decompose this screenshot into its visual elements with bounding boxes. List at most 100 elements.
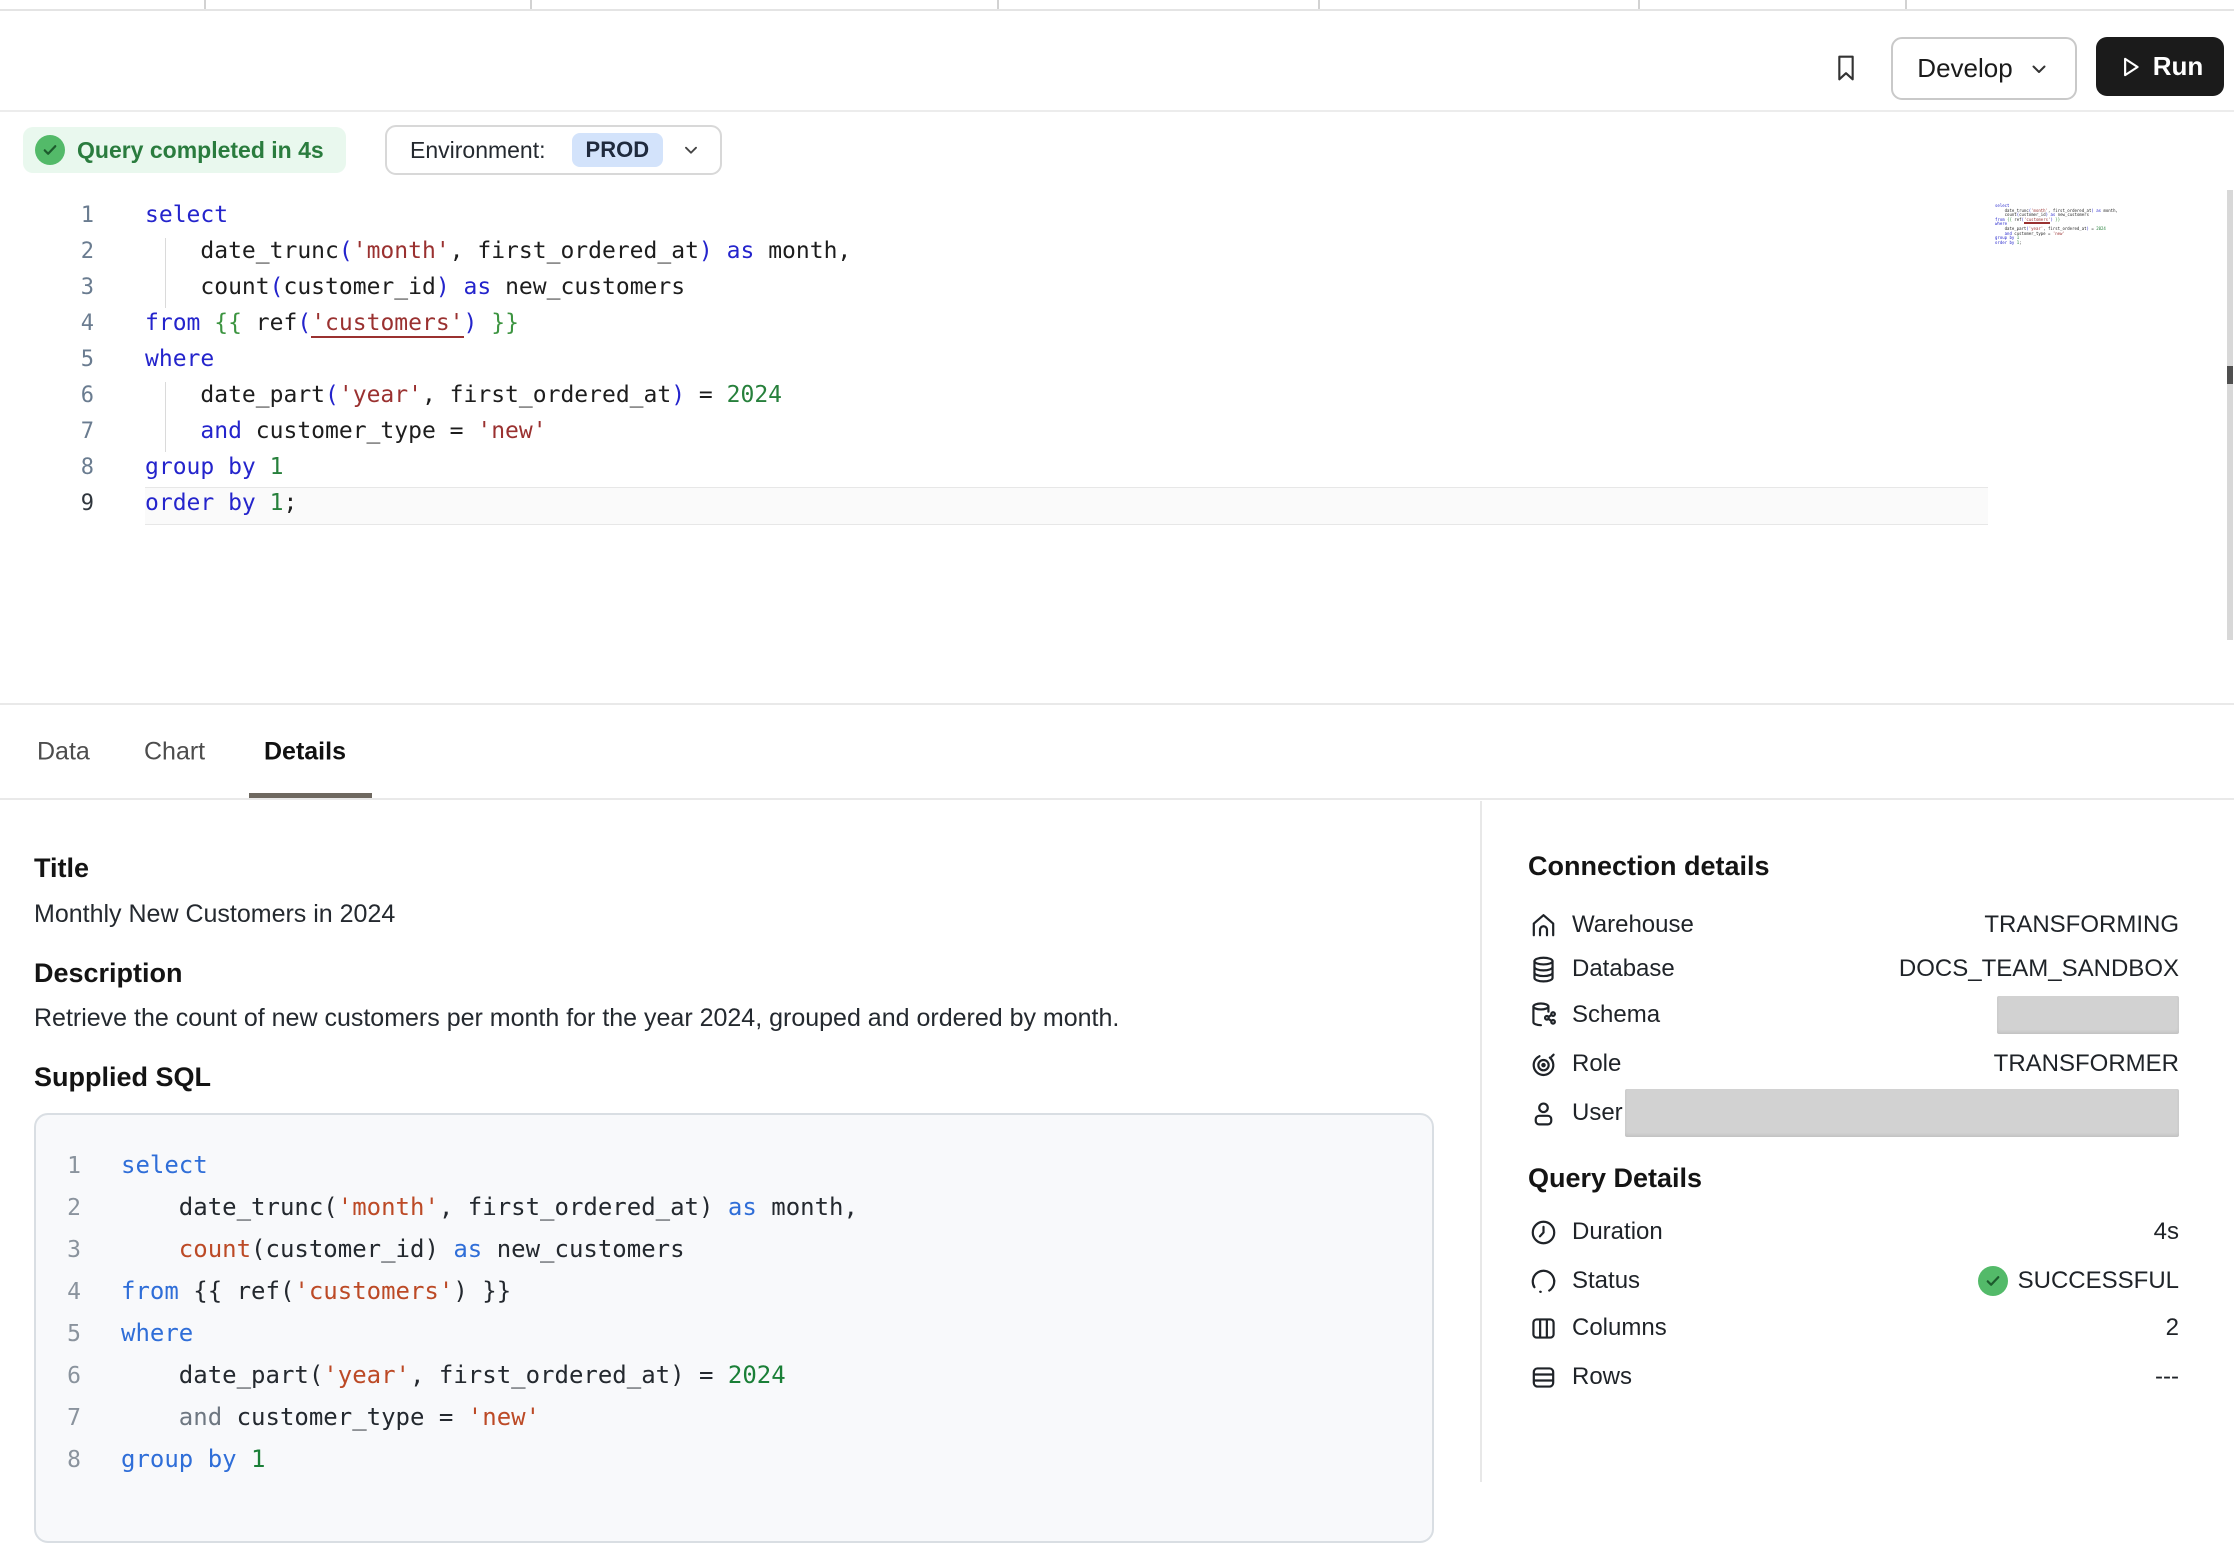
tab-divider <box>1318 0 1320 9</box>
title-heading: Title <box>34 853 89 884</box>
code-line: 8group by 1 <box>0 452 2227 488</box>
status-label: Status <box>1572 1267 1640 1295</box>
title-value: Monthly New Customers in 2024 <box>34 900 395 929</box>
rows-row: Rows --- <box>1528 1357 2179 1397</box>
user-row: User <box>1528 1087 2179 1139</box>
rows-value: --- <box>2155 1363 2179 1391</box>
environment-value-pill: PROD <box>572 133 664 167</box>
columns-icon <box>1528 1313 1559 1344</box>
active-tab-underline <box>249 793 372 798</box>
query-details-heading: Query Details <box>1528 1163 1702 1194</box>
rows-icon <box>1528 1362 1559 1393</box>
warehouse-label: Warehouse <box>1572 911 1694 939</box>
run-button-label: Run <box>2153 51 2204 82</box>
code-line: 6 date_part('year', first_ordered_at) = … <box>0 380 2227 416</box>
line-number: 2 <box>0 239 94 264</box>
app-root: { "toolbar": { "develop_label": "Develop… <box>0 0 2234 1482</box>
chevron-down-icon <box>680 139 702 161</box>
indent-guide <box>165 382 166 452</box>
develop-button[interactable]: Develop <box>1891 37 2077 100</box>
tab-data[interactable]: Data <box>37 737 90 766</box>
role-row: Role TRANSFORMER <box>1528 1044 2179 1084</box>
code-line: 7 and customer_type = 'new' <box>0 416 2227 452</box>
toolbar: Develop Run <box>0 11 2234 112</box>
environment-label: Environment: <box>410 137 546 164</box>
columns-label: Columns <box>1572 1314 1667 1342</box>
line-number: 6 <box>0 383 94 408</box>
line-number: 1 <box>36 1153 81 1179</box>
code-line: order by 1; <box>1995 238 2120 243</box>
columns-value: 2 <box>2166 1314 2179 1342</box>
develop-button-label: Develop <box>1917 53 2012 84</box>
code-line: 6 date_part('year', first_ordered_at) = … <box>36 1358 1432 1400</box>
editor-scrollbar-track[interactable] <box>2227 190 2233 640</box>
environment-dropdown[interactable]: Environment: PROD <box>385 125 722 175</box>
supplied-sql-heading: Supplied SQL <box>34 1062 211 1093</box>
tab-divider <box>1638 0 1640 9</box>
rows-label: Rows <box>1572 1363 1632 1391</box>
line-number: 5 <box>0 347 94 372</box>
chevron-down-icon <box>2027 57 2051 81</box>
check-circle-icon <box>35 135 65 165</box>
code-line: 1select <box>0 200 2227 236</box>
play-icon <box>2117 54 2143 80</box>
duration-value: 4s <box>2154 1218 2179 1246</box>
database-icon <box>1528 954 1559 985</box>
bookmark-button[interactable] <box>1824 44 1868 92</box>
role-icon <box>1528 1049 1559 1080</box>
user-label: User <box>1572 1099 1623 1127</box>
tab-divider <box>204 0 206 9</box>
role-label: Role <box>1572 1050 1621 1078</box>
code-line: 4from {{ ref('customers') }} <box>0 308 2227 344</box>
line-number: 8 <box>0 455 94 480</box>
schema-row: Schema <box>1528 995 2179 1035</box>
duration-icon <box>1528 1217 1559 1248</box>
result-tabs: Data Chart Details <box>0 703 2234 800</box>
line-number: 2 <box>36 1195 81 1221</box>
tab-divider <box>997 0 999 9</box>
editor-scrollbar-thumb[interactable] <box>2227 366 2233 384</box>
line-number: 8 <box>36 1447 81 1473</box>
details-right-panel: Connection details Warehouse TRANSFORMIN… <box>1480 801 2234 1482</box>
code-line: 1select <box>36 1148 1432 1190</box>
check-circle-icon <box>1978 1266 2008 1296</box>
tab-chart[interactable]: Chart <box>144 737 205 766</box>
line-number: 5 <box>36 1321 81 1347</box>
line-number: 3 <box>36 1237 81 1263</box>
bookmark-icon <box>1830 48 1862 88</box>
status-value: SUCCESSFUL <box>2018 1267 2179 1295</box>
database-label: Database <box>1572 955 1675 983</box>
indent-guide <box>165 238 166 308</box>
editor-minimap[interactable]: select date_trunc('month', first_ordered… <box>1995 201 2120 242</box>
line-number: 6 <box>36 1363 81 1389</box>
line-number: 4 <box>0 311 94 336</box>
warehouse-value: TRANSFORMING <box>1984 911 2179 939</box>
warehouse-icon <box>1528 910 1559 941</box>
status-icon <box>1528 1266 1559 1297</box>
code-line: 7 and customer_type = 'new' <box>36 1400 1432 1442</box>
code-line: 5where <box>0 344 2227 380</box>
code-line: 3 count(customer_id) as new_customers <box>36 1232 1432 1274</box>
line-number: 1 <box>0 203 94 228</box>
status-row: Status SUCCESSFUL <box>1528 1261 2179 1301</box>
code-line: 3 count(customer_id) as new_customers <box>0 272 2227 308</box>
database-value: DOCS_TEAM_SANDBOX <box>1899 955 2179 983</box>
code-line: 4from {{ ref('customers') }} <box>36 1274 1432 1316</box>
role-value: TRANSFORMER <box>1994 1050 2179 1078</box>
supplied-sql-card: 1select2 date_trunc('month', first_order… <box>34 1113 1434 1543</box>
tab-divider <box>530 0 532 9</box>
code-line: 2 date_trunc('month', first_ordered_at) … <box>0 236 2227 272</box>
top-tab-strip <box>0 0 2234 11</box>
redacted-schema-value <box>1997 996 2179 1034</box>
run-button[interactable]: Run <box>2096 37 2224 96</box>
tab-details[interactable]: Details <box>264 737 346 766</box>
line-number: 7 <box>0 419 94 444</box>
sql-editor[interactable]: 1select2 date_trunc('month', first_order… <box>0 200 2227 703</box>
user-icon <box>1528 1098 1559 1129</box>
schema-icon <box>1528 1000 1559 1031</box>
duration-row: Duration 4s <box>1528 1212 2179 1252</box>
redacted-user-value <box>1625 1089 2179 1137</box>
columns-row: Columns 2 <box>1528 1308 2179 1348</box>
tab-divider <box>1905 0 1907 9</box>
database-row: Database DOCS_TEAM_SANDBOX <box>1528 949 2179 989</box>
